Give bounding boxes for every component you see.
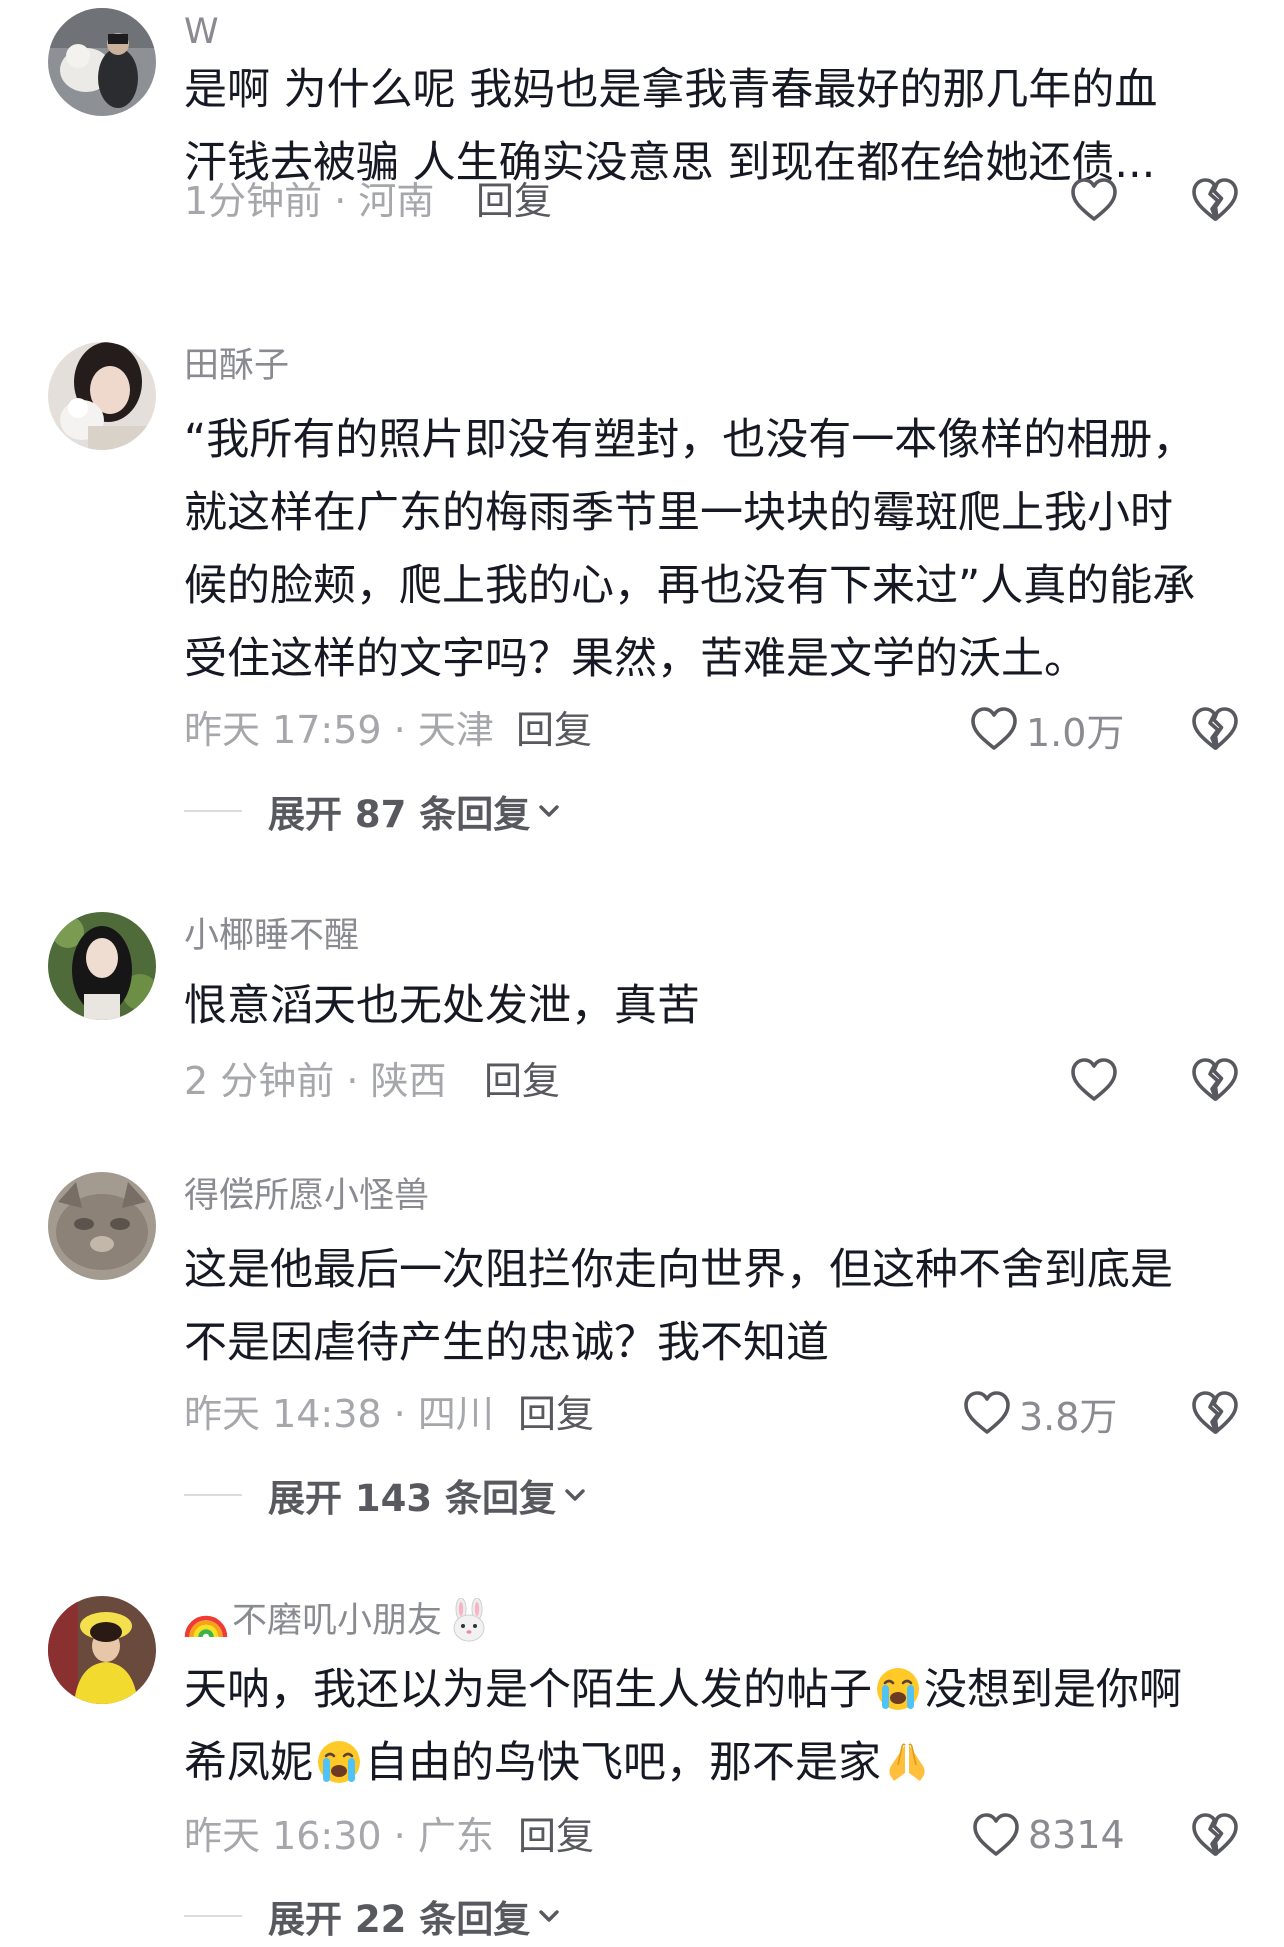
broken-heart-icon (1190, 705, 1240, 753)
comment-text-line: 不是因虐待产生的忠诚？我不知道 (184, 1318, 829, 1368)
comment-text: 天呐，我还以为是个陌生人发的帖子 没想到是你啊 希凤妮 自由的鸟快飞吧，那不是家 (184, 1654, 1244, 1800)
comment-username[interactable]: 田酥子 (184, 344, 289, 388)
reply-button[interactable]: 回复 (518, 1390, 594, 1438)
expand-replies-label: 展开 87 条回复 (268, 793, 531, 836)
comment-text: 这是他最后一次阻拦你走向世界，但这种不舍到底是 不是因虐待产生的忠诚？我不知道 (184, 1234, 1244, 1380)
comment-text-line: 这是他最后一次阻拦你走向世界，但这种不舍到底是 (184, 1245, 1173, 1295)
dislike-button[interactable] (1190, 1809, 1240, 1861)
rabbit-face-emoji (453, 1598, 485, 1642)
divider (184, 1915, 242, 1917)
comment-meta: 2 分钟前 · 陕西 (184, 1059, 447, 1103)
expand-replies-label: 展开 143 条回复 (268, 1477, 556, 1520)
folded-hands-emoji (889, 1743, 925, 1781)
rainbow-emoji (184, 1615, 228, 1638)
heart-outline-icon (972, 1812, 1020, 1858)
loudly-crying-emoji (875, 1666, 921, 1712)
comment-text-segment: 自由的鸟快飞吧，那不是家 (365, 1738, 881, 1788)
expand-replies-button[interactable]: 展开 22 条回复 (184, 1892, 562, 1941)
comment-meta: 昨天 16:30 · 广东 (184, 1814, 494, 1858)
comment-text-line: 希凤妮 自由的鸟快飞吧，那不是家 (184, 1727, 1244, 1800)
comment-username[interactable]: 小椰睡不醒 (184, 914, 359, 958)
divider (184, 810, 242, 812)
divider (184, 1494, 242, 1496)
comment-text-segment: 天呐，我还以为是个陌生人发的帖子 (184, 1665, 872, 1715)
comment-text-line: 恨意滔天也无处发泄，真苦 (184, 981, 700, 1031)
like-count: 3.8万 (1019, 1394, 1118, 1439)
like-count: 8314 (1028, 1813, 1125, 1857)
avatar[interactable] (48, 1596, 156, 1704)
heart-outline-icon (963, 1390, 1011, 1436)
heart-outline-icon (1070, 1057, 1118, 1103)
loudly-crying-emoji (316, 1739, 362, 1785)
like-button[interactable]: 1.0万 (970, 703, 1124, 755)
comment-username[interactable]: 不磨叽小朋友 (184, 1598, 492, 1644)
heart-outline-icon (1070, 177, 1118, 223)
dislike-button[interactable] (1190, 1387, 1240, 1439)
like-count: 1.0万 (1026, 710, 1125, 755)
broken-heart-icon (1190, 1811, 1240, 1859)
comment-username[interactable]: 得偿所愿小怪兽 (184, 1174, 429, 1218)
heart-outline-icon (970, 706, 1018, 752)
reply-button[interactable]: 回复 (476, 177, 552, 225)
comment-meta: 昨天 17:59 · 天津 (184, 708, 494, 752)
comment-meta: 1分钟前 · 河南 (184, 179, 435, 223)
comment-username-text: 不磨叽小朋友 (232, 1601, 443, 1641)
broken-heart-icon (1190, 1389, 1240, 1437)
avatar[interactable] (48, 1172, 156, 1280)
avatar[interactable] (48, 342, 156, 450)
like-button[interactable] (1070, 1054, 1118, 1106)
like-button[interactable]: 3.8万 (963, 1387, 1117, 1439)
comment-text-line: 候的脸颊，爬上我的心，再也没有下来过”人真的能承 (184, 561, 1196, 611)
like-button[interactable] (1070, 174, 1118, 226)
dislike-button[interactable] (1190, 1054, 1240, 1106)
avatar[interactable] (48, 8, 156, 116)
comment-text-line: “我所有的照片即没有塑封，也没有一本像样的相册， (184, 415, 1196, 465)
dislike-button[interactable] (1190, 703, 1240, 755)
comment-text-line: 天呐，我还以为是个陌生人发的帖子 没想到是你啊 (184, 1654, 1244, 1727)
comment-text-line: 就这样在广东的梅雨季节里一块块的霉斑爬上我小时 (184, 488, 1173, 538)
comment-text: “我所有的照片即没有塑封，也没有一本像样的相册， 就这样在广东的梅雨季节里一块块… (184, 404, 1244, 696)
reply-button[interactable]: 回复 (516, 706, 592, 754)
expand-replies-button[interactable]: 展开 87 条回复 (184, 787, 562, 836)
comment-username[interactable]: W (184, 10, 219, 54)
comment-meta: 昨天 14:38 · 四川 (184, 1392, 494, 1436)
avatar[interactable] (48, 912, 156, 1020)
dislike-button[interactable] (1190, 174, 1240, 226)
comment-text-segment: 希凤妮 (184, 1738, 313, 1788)
broken-heart-icon (1190, 1056, 1240, 1104)
comment-text-line: 是啊 为什么呢 我妈也是拿我青春最好的那几年的血 (184, 65, 1158, 115)
comment-text-segment: 没想到是你啊 (924, 1665, 1182, 1715)
expand-replies-button[interactable]: 展开 143 条回复 (184, 1471, 588, 1520)
reply-button[interactable]: 回复 (518, 1812, 594, 1860)
comment-text-line: 受住这样的文字吗？果然，苦难是文学的沃土。 (184, 634, 1087, 684)
chevron-down-icon (536, 1903, 562, 1929)
chevron-down-icon (536, 798, 562, 824)
chevron-down-icon (562, 1482, 588, 1508)
comment-text: 恨意滔天也无处发泄，真苦 (184, 970, 1244, 1043)
expand-replies-label: 展开 22 条回复 (268, 1898, 531, 1941)
broken-heart-icon (1190, 176, 1240, 224)
like-button[interactable]: 8314 (972, 1809, 1125, 1861)
reply-button[interactable]: 回复 (484, 1057, 560, 1105)
